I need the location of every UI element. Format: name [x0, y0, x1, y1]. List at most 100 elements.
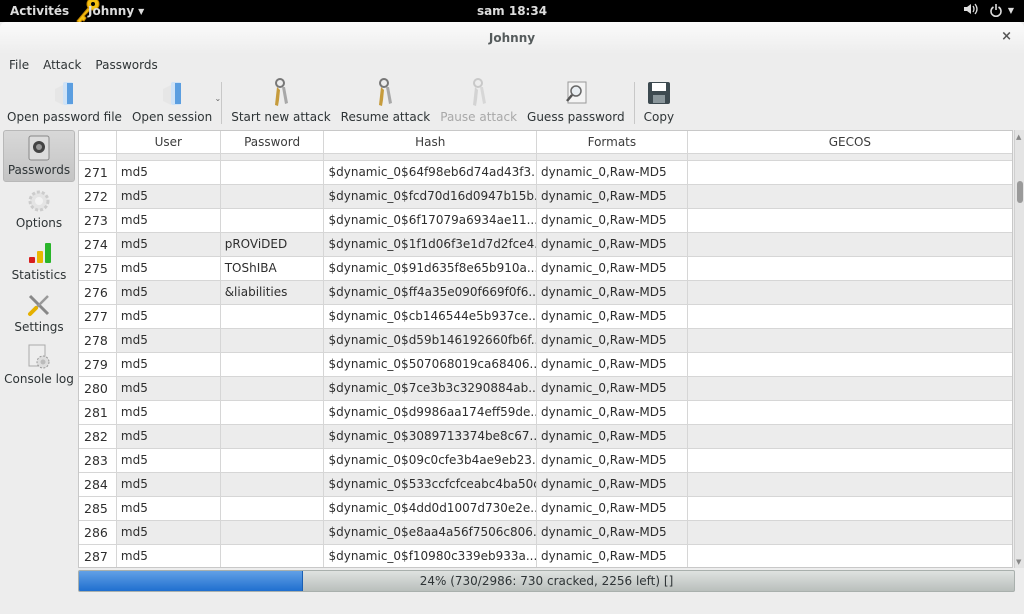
table-row[interactable]: 271 md5 $dynamic_0$64f98eb6d74ad43f3... dyn… [79, 161, 1012, 185]
resume-attack-button[interactable]: Resume attack [336, 78, 436, 128]
cell-gecos[interactable] [688, 449, 1012, 472]
cell-hash[interactable]: $dynamic_0$3089713374be8c67... [324, 425, 538, 448]
cell-formats[interactable]: dynamic_0,Raw-MD5 [537, 401, 688, 424]
cell-hash[interactable]: $dynamic_0$d9986aa174eff59de... [324, 401, 538, 424]
copy-button[interactable]: Copy [639, 78, 679, 128]
table-row[interactable]: 285 md5 $dynamic_0$4dd0d1007d730e2e... dyna… [79, 497, 1012, 521]
cell-gecos[interactable] [688, 521, 1012, 544]
table-row[interactable]: 276 md5 &liabilities $dynamic_0$ff4a35e090f… [79, 281, 1012, 305]
cell-password[interactable] [221, 473, 325, 496]
column-header-formats[interactable]: Formats [537, 131, 688, 153]
cell-formats[interactable]: dynamic_0,Raw-MD5 [537, 329, 688, 352]
cell-password[interactable] [221, 305, 325, 328]
cell-hash[interactable]: $dynamic_0$e8aa4a56f7506c806... [324, 521, 538, 544]
column-header-user[interactable]: User [117, 131, 221, 153]
cell-password[interactable] [221, 329, 325, 352]
cell-hash[interactable]: $dynamic_0$ff4a35e090f669f0f6... [324, 281, 538, 304]
table-row[interactable]: 284 md5 $dynamic_0$533ccfcfceabc4ba50c... d… [79, 473, 1012, 497]
menu-attack[interactable]: Attack [36, 56, 88, 76]
cell-user[interactable]: md5 [117, 425, 221, 448]
table-row[interactable]: 278 md5 $dynamic_0$d59b146192660fb6f... dyn… [79, 329, 1012, 353]
cell-hash[interactable]: $dynamic_0$533ccfcfceabc4ba50c... [324, 473, 538, 496]
cell-user[interactable]: md5 [117, 401, 221, 424]
column-header-password[interactable]: Password [221, 131, 325, 153]
sidebar-item-passwords[interactable]: Passwords [3, 130, 75, 182]
cell-user[interactable]: md5 [117, 209, 221, 232]
pause-attack-button[interactable]: Pause attack [435, 78, 522, 128]
cell-hash[interactable]: $dynamic_0$f10980c339eb933a... [324, 545, 538, 567]
cell-gecos[interactable] [688, 233, 1012, 256]
row-number[interactable]: 276 [79, 281, 117, 304]
cell-formats[interactable]: dynamic_0,Raw-MD5 [537, 185, 688, 208]
cell-formats[interactable]: dynamic_0,Raw-MD5 [537, 449, 688, 472]
row-number[interactable]: 284 [79, 473, 117, 496]
cell-gecos[interactable] [688, 377, 1012, 400]
table-row[interactable]: 272 md5 $dynamic_0$fcd70d16d0947b15b... dyn… [79, 185, 1012, 209]
cell-formats[interactable]: dynamic_0,Raw-MD5 [537, 425, 688, 448]
row-number[interactable]: 274 [79, 233, 117, 256]
table-row[interactable]: 273 md5 $dynamic_0$6f17079a6934ae11... dyna… [79, 209, 1012, 233]
cell-gecos[interactable] [688, 257, 1012, 280]
cell-gecos[interactable] [688, 161, 1012, 184]
row-number[interactable]: 272 [79, 185, 117, 208]
cell-user[interactable]: md5 [117, 473, 221, 496]
cell-hash[interactable]: $dynamic_0$7ce3b3c3290884ab... [324, 377, 538, 400]
cell-password[interactable] [221, 353, 325, 376]
menu-file[interactable]: File [2, 56, 36, 76]
row-number[interactable]: 280 [79, 377, 117, 400]
row-number[interactable]: 271 [79, 161, 117, 184]
cell-gecos[interactable] [688, 401, 1012, 424]
power-icon[interactable]: ▼ [990, 4, 1014, 17]
cell-gecos[interactable] [688, 281, 1012, 304]
cell-formats[interactable]: dynamic_0,Raw-MD5 [537, 353, 688, 376]
cell-hash[interactable]: $dynamic_0$507068019ca68406... [324, 353, 538, 376]
cell-user[interactable]: md5 [117, 497, 221, 520]
close-icon[interactable]: × [1001, 29, 1012, 44]
start-new-attack-button[interactable]: Start new attack [226, 78, 335, 128]
cell-user[interactable]: md5 [117, 305, 221, 328]
open-password-file-button[interactable]: Open password file [2, 78, 127, 128]
cell-password[interactable] [221, 545, 325, 567]
row-number[interactable]: 285 [79, 497, 117, 520]
cell-formats[interactable]: dynamic_0,Raw-MD5 [537, 473, 688, 496]
row-number[interactable]: 277 [79, 305, 117, 328]
column-header-index[interactable] [79, 131, 117, 153]
clock[interactable]: sam 18:34 [0, 4, 1024, 18]
table-row[interactable]: 282 md5 $dynamic_0$3089713374be8c67... dyna… [79, 425, 1012, 449]
table-row[interactable]: 283 md5 $dynamic_0$09c0cfe3b4ae9eb23... dyn… [79, 449, 1012, 473]
cell-gecos[interactable] [688, 185, 1012, 208]
row-number[interactable]: 287 [79, 545, 117, 567]
cell-formats[interactable]: dynamic_0,Raw-MD5 [537, 377, 688, 400]
cell-gecos[interactable] [688, 329, 1012, 352]
scrollbar-thumb[interactable] [1017, 181, 1023, 203]
cell-formats[interactable]: dynamic_0,Raw-MD5 [537, 545, 688, 567]
row-number[interactable]: 278 [79, 329, 117, 352]
cell-user[interactable]: md5 [117, 233, 221, 256]
cell-user[interactable]: md5 [117, 449, 221, 472]
table-row[interactable]: 275 md5 TOShIBA $dynamic_0$91d635f8e65b910a… [79, 257, 1012, 281]
sidebar-item-statistics[interactable]: Statistics [3, 234, 75, 286]
row-number[interactable]: 286 [79, 521, 117, 544]
guess-password-button[interactable]: Guess password [522, 78, 630, 128]
row-number[interactable]: 283 [79, 449, 117, 472]
sidebar-item-console-log[interactable]: Console log [3, 338, 75, 390]
cell-password[interactable] [221, 521, 325, 544]
cell-password[interactable] [221, 161, 325, 184]
cell-hash[interactable]: $dynamic_0$1f1d06f3e1d7d2fce4... [324, 233, 538, 256]
sidebar-item-options[interactable]: Options [3, 182, 75, 234]
cell-password[interactable] [221, 497, 325, 520]
cell-gecos[interactable] [688, 473, 1012, 496]
table-row[interactable]: 274 md5 pROViDED $dynamic_0$1f1d06f3e1d7d2f… [79, 233, 1012, 257]
cell-password[interactable]: pROViDED [221, 233, 325, 256]
cell-password[interactable] [221, 209, 325, 232]
cell-user[interactable]: md5 [117, 185, 221, 208]
table-row[interactable]: 286 md5 $dynamic_0$e8aa4a56f7506c806... dyn… [79, 521, 1012, 545]
cell-formats[interactable]: dynamic_0,Raw-MD5 [537, 521, 688, 544]
cell-user[interactable]: md5 [117, 353, 221, 376]
cell-user[interactable]: md5 [117, 257, 221, 280]
volume-icon[interactable] [963, 3, 978, 18]
cell-formats[interactable]: dynamic_0,Raw-MD5 [537, 305, 688, 328]
cell-gecos[interactable] [688, 545, 1012, 567]
cell-user[interactable]: md5 [117, 281, 221, 304]
table-row[interactable]: 287 md5 $dynamic_0$f10980c339eb933a... dyna… [79, 545, 1012, 567]
